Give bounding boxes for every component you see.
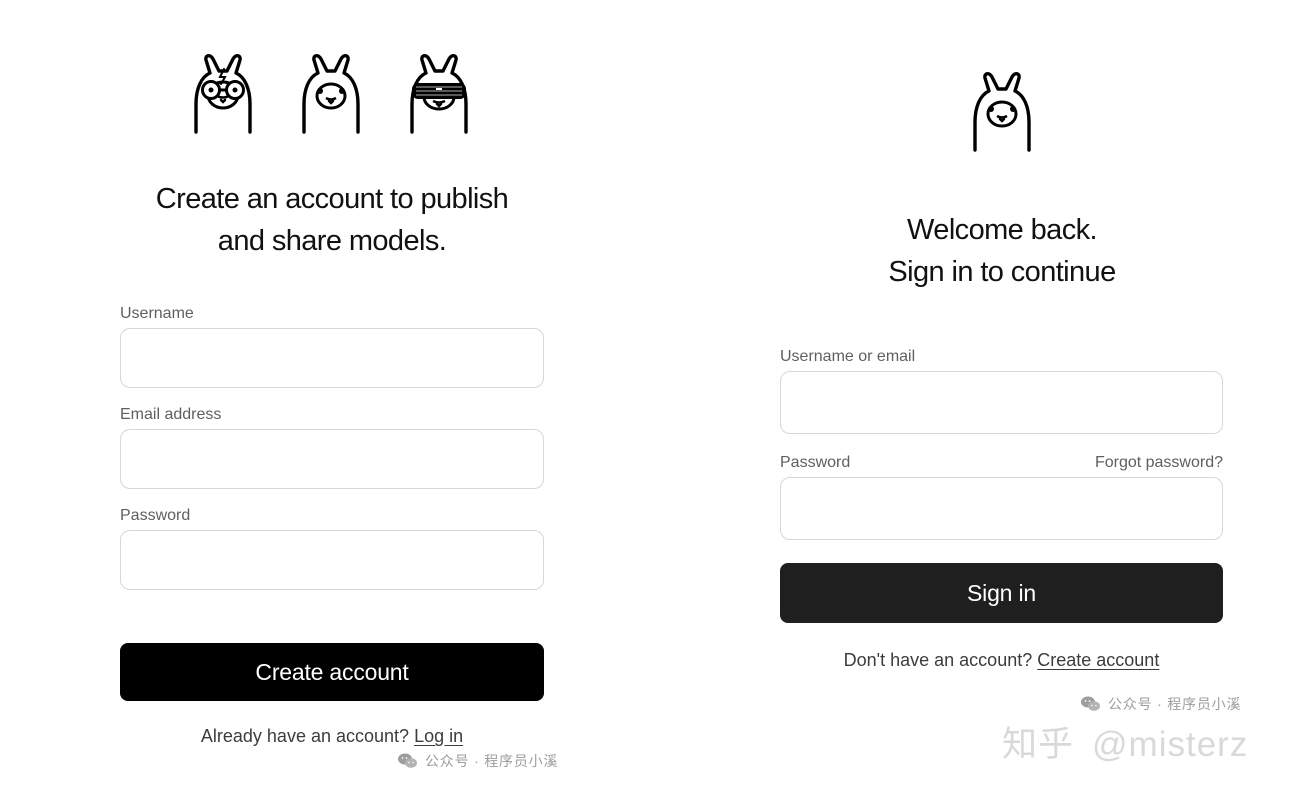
username-input[interactable] [121,329,543,387]
signup-password-field[interactable] [120,530,544,590]
signup-footer-prefix: Already have an account? [200,726,410,746]
llama-icon [302,54,360,134]
create-account-button[interactable]: Create account [120,643,544,701]
wechat-icon [398,753,417,768]
email-address-input[interactable] [121,430,543,488]
create-account-link[interactable]: Create account [1037,650,1159,670]
signin-title-line-2: Sign in to continue [888,256,1116,288]
zhihu-watermark: 知乎 @misterz [1002,724,1248,766]
signup-watermark: 公众号 · 程序员小溪 [397,752,558,770]
signup-watermark-text: 公众号 · 程序员小溪 [425,753,559,769]
llama-with-sunglasses-icon [410,54,468,134]
forgot-password-link[interactable]: Forgot password? [1063,453,1223,473]
mascot-row [190,52,472,134]
username-or-email-label: Username or email [780,348,916,365]
signin-title-line-1: Welcome back. [907,214,1098,246]
sign-in-button[interactable]: Sign in [780,563,1223,623]
wechat-icon [1081,696,1100,711]
signup-password-label: Password [120,507,191,524]
signup-password-input[interactable] [121,531,543,589]
signin-password-label: Password [780,454,851,471]
signin-password-input[interactable] [781,478,1222,539]
email-address-label: Email address [120,406,222,423]
username-or-email-input[interactable] [781,372,1222,433]
signup-title: Create an account to publish and share m… [110,178,554,262]
zhihu-handle: @misterz [1092,725,1249,764]
username-label: Username [120,305,194,322]
signin-panel: Welcome back. Sign in to continue Userna… [665,0,1290,796]
login-link[interactable]: Log in [414,726,463,746]
signup-panel: Create an account to publish and share m… [0,0,665,796]
signin-title: Welcome back. Sign in to continue [780,209,1224,293]
username-or-email-field[interactable] [780,371,1223,434]
zhihu-brand: 知乎 [1002,725,1075,764]
email-address-field[interactable] [120,429,544,489]
signin-footer: Don't have an account? Create account [780,648,1223,672]
signup-footer: Already have an account? Log in [120,724,544,748]
llama-with-glasses-icon [194,54,252,134]
signup-title-line-2: and share models. [217,225,447,257]
llama-icon [973,72,1031,152]
username-field[interactable] [120,328,544,388]
signup-title-line-1: Create an account to publish [155,183,509,215]
signin-watermark: 公众号 · 程序员小溪 [1080,695,1241,713]
signin-password-field[interactable] [780,477,1223,540]
signin-footer-prefix: Don't have an account? [843,650,1033,670]
signin-watermark-text: 公众号 · 程序员小溪 [1108,696,1242,712]
